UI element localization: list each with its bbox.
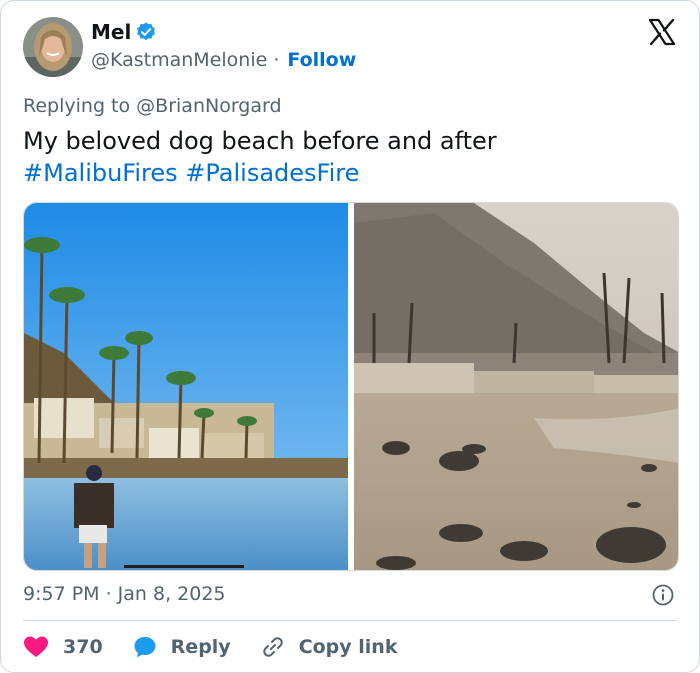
avatar[interactable]	[23, 17, 83, 77]
heart-icon	[24, 636, 48, 657]
replying-prefix: Replying to	[23, 95, 131, 117]
reply-bubble-icon	[134, 637, 156, 658]
info-icon[interactable]	[651, 583, 675, 607]
hashtag-malibufires[interactable]: #MalibuFires	[23, 159, 178, 187]
verified-badge-icon	[137, 22, 156, 41]
before-photo[interactable]	[24, 203, 348, 571]
handle-row: @KastmanMelonie · Follow	[91, 49, 356, 71]
author-name-row[interactable]: Mel	[91, 20, 157, 44]
reply-label: Reply	[170, 636, 231, 658]
like-button[interactable]: 370	[23, 635, 103, 659]
after-photo[interactable]	[354, 203, 679, 571]
copy-link-label: Copy link	[298, 636, 398, 658]
replying-to: Replying to @BrianNorgard	[23, 95, 282, 117]
x-logo-icon[interactable]	[647, 17, 677, 47]
hashtag-palisadesfire[interactable]: #PalisadesFire	[185, 159, 359, 187]
like-count: 370	[63, 636, 103, 658]
follow-link[interactable]: Follow	[287, 49, 356, 71]
replying-user[interactable]: @BrianNorgard	[136, 95, 281, 117]
action-bar: 370 Reply Copy link	[23, 633, 427, 661]
reply-button[interactable]: Reply	[133, 635, 231, 659]
author-handle[interactable]: @KastmanMelonie	[91, 49, 267, 71]
tweet-text-line: My beloved dog beach before and after	[23, 127, 497, 155]
handle-separator: ·	[273, 49, 280, 71]
media-grid	[23, 202, 679, 571]
link-icon	[262, 637, 283, 657]
tweet-text: My beloved dog beach before and after #M…	[23, 125, 663, 189]
divider	[23, 620, 677, 621]
author-name[interactable]: Mel	[91, 20, 131, 44]
tweet-timestamp[interactable]: 9:57 PM · Jan 8, 2025	[23, 583, 226, 605]
copy-link-button[interactable]: Copy link	[261, 635, 398, 659]
tweet-card: Mel @KastmanMelonie · Follow Replying to…	[0, 0, 700, 673]
